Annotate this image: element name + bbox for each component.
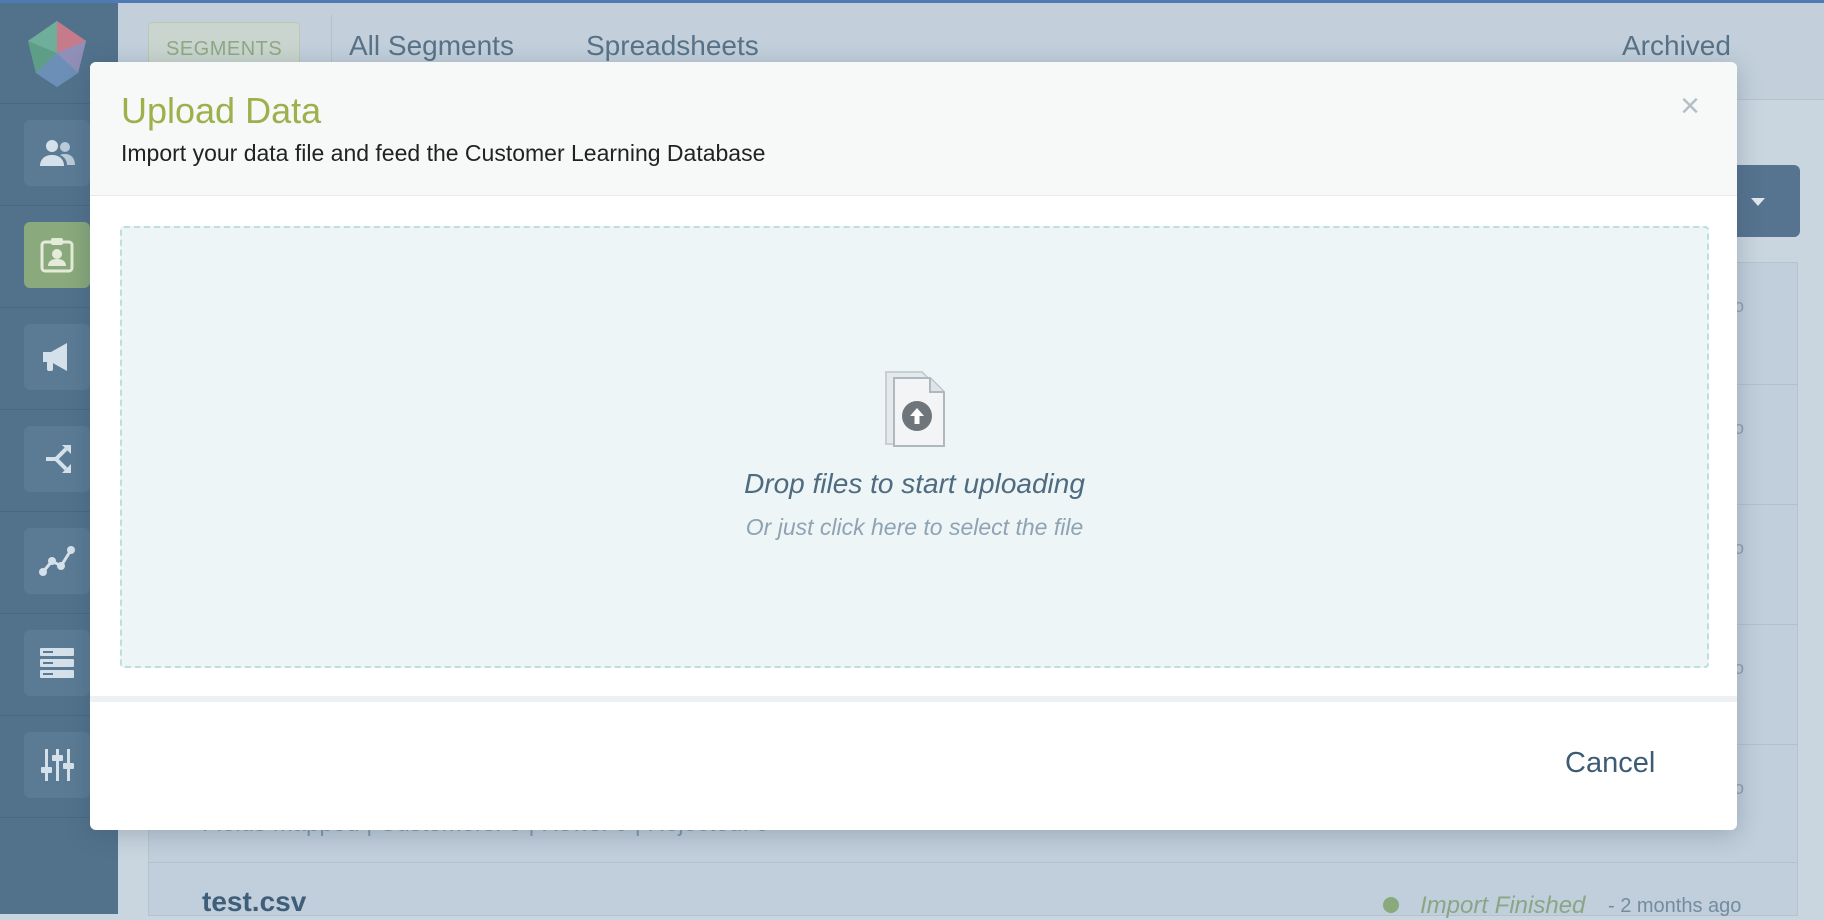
contact-card-icon — [40, 238, 74, 273]
file-upload-icon — [885, 371, 945, 447]
nav-item-settings[interactable] — [24, 732, 90, 798]
nav-item-flows[interactable] — [24, 426, 90, 492]
file-dropzone[interactable]: Drop files to start uploading Or just cl… — [120, 226, 1709, 668]
flow-icon — [46, 445, 71, 473]
upload-data-modal: Upload Data Import your data file and fe… — [90, 62, 1737, 830]
tab-archived[interactable]: Archived — [1622, 30, 1731, 62]
file-name-link[interactable]: test.csv — [202, 886, 306, 918]
server-icon — [40, 648, 74, 678]
nav-item-analytics[interactable] — [24, 528, 90, 594]
tab-all-segments[interactable]: All Segments — [349, 30, 514, 62]
close-icon[interactable]: × — [1672, 88, 1708, 124]
dropzone-title: Drop files to start uploading — [744, 468, 1085, 499]
nav-item-campaigns[interactable] — [24, 324, 90, 390]
modal-title: Upload Data — [121, 90, 322, 131]
dropzone-hint: Or just click here to select the file — [745, 514, 1084, 540]
nav-item-data[interactable] — [24, 630, 90, 696]
nav-item-customers[interactable] — [24, 120, 90, 186]
row-divider — [148, 862, 1798, 863]
import-timestamp: - 2 months ago — [1608, 895, 1742, 917]
modal-footer-divider — [90, 696, 1737, 702]
cancel-button[interactable]: Cancel — [1565, 747, 1655, 780]
users-icon — [40, 140, 75, 166]
tab-spreadsheets[interactable]: Spreadsheets — [586, 30, 759, 62]
nav-item-contacts[interactable] — [24, 222, 90, 288]
modal-header: Upload Data Import your data file and fe… — [90, 62, 1737, 196]
app-logo[interactable] — [22, 19, 92, 89]
megaphone-icon — [43, 343, 67, 371]
status-dot — [1383, 897, 1399, 913]
analytics-icon — [39, 546, 75, 576]
sliders-icon — [41, 749, 74, 781]
modal-subtitle: Import your data file and feed the Custo… — [121, 140, 766, 166]
import-status: Import Finished — [1420, 892, 1586, 919]
chevron-down-icon — [1751, 198, 1765, 206]
